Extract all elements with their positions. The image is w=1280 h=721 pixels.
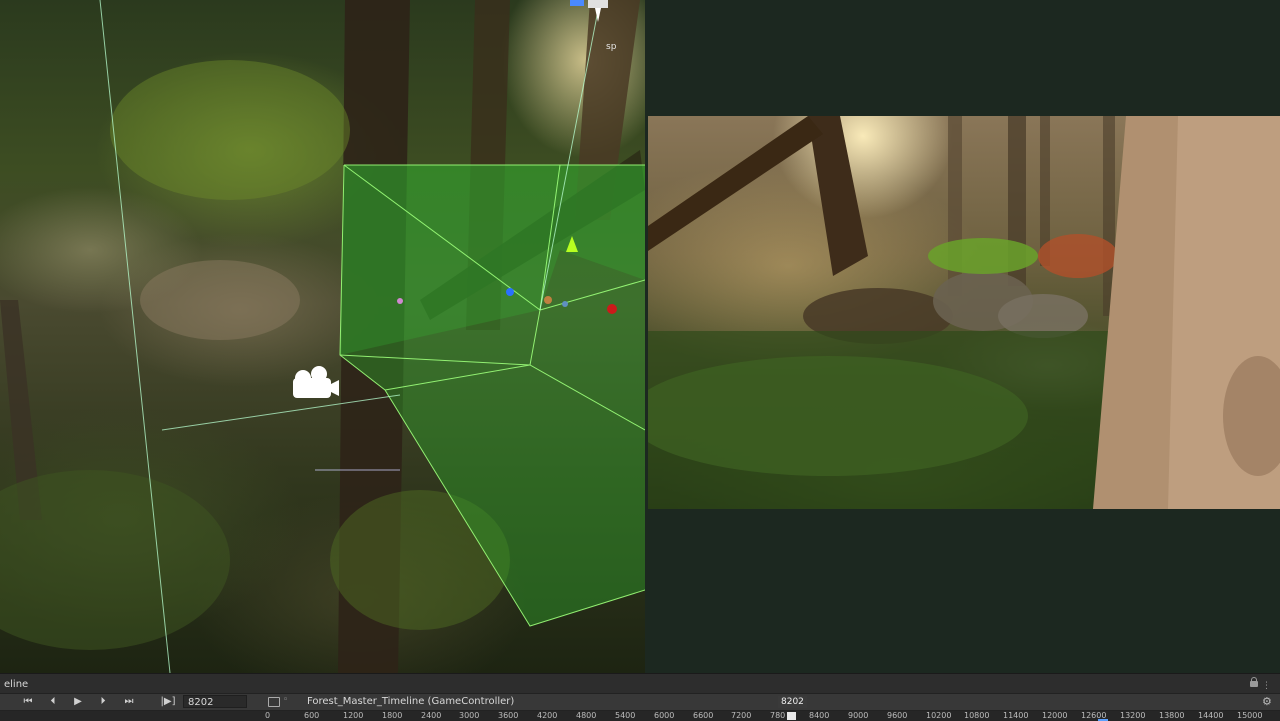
marker-icon[interactable] [506, 288, 514, 296]
tree-trunk [808, 116, 868, 276]
foliage [110, 60, 350, 200]
timeline-toolbar: ⏮ ⏴ ▶ ⏵ ⏭ |▶] 8202 ◦ Forest_Master_Timel… [0, 693, 1280, 711]
playhead-handle[interactable] [787, 712, 796, 720]
timeline-asset-label[interactable]: Forest_Master_Timeline (GameController) [307, 696, 514, 708]
panel-menu-icon[interactable]: ⋮ [1262, 682, 1272, 691]
camera-gizmo-icon[interactable] [293, 366, 339, 398]
asset-menu-icon[interactable]: ◦ [283, 695, 288, 705]
timeline-panel[interactable]: eline ⋮ ⏮ ⏴ ▶ ⏵ ⏭ |▶] 8202 ◦ Forest_Mast… [0, 673, 1280, 721]
play-range-button[interactable]: |▶] [158, 696, 178, 708]
play-button[interactable]: ▶ [70, 696, 86, 708]
game-render [648, 116, 1280, 509]
tab-timeline[interactable]: eline [0, 678, 32, 692]
marker-icon[interactable] [544, 296, 552, 304]
game-view [648, 116, 1280, 509]
go-to-last-frame-button[interactable]: ⏭ [120, 696, 138, 708]
fallen-branch [648, 116, 823, 251]
timeline-asset-icon[interactable] [268, 697, 280, 707]
rocks [140, 260, 300, 340]
marker-icon[interactable] [397, 298, 403, 304]
next-frame-button[interactable]: ⏵ [95, 696, 111, 708]
go-to-first-frame-button[interactable]: ⏮ [20, 696, 36, 708]
playhead-frame-label: 8202 [778, 696, 807, 708]
previous-frame-button[interactable]: ⏴ [45, 696, 61, 708]
marker-icon[interactable] [562, 301, 568, 307]
current-frame-field[interactable]: 8202 [183, 695, 247, 708]
lock-icon[interactable] [1250, 677, 1258, 687]
marker-icon[interactable] [607, 304, 617, 314]
foliage [0, 470, 230, 650]
gear-icon[interactable]: ⚙ [1262, 696, 1272, 707]
scene-view[interactable]: sp [0, 0, 645, 673]
camera-label: sp [606, 42, 617, 52]
scene-canvas[interactable] [0, 0, 645, 673]
